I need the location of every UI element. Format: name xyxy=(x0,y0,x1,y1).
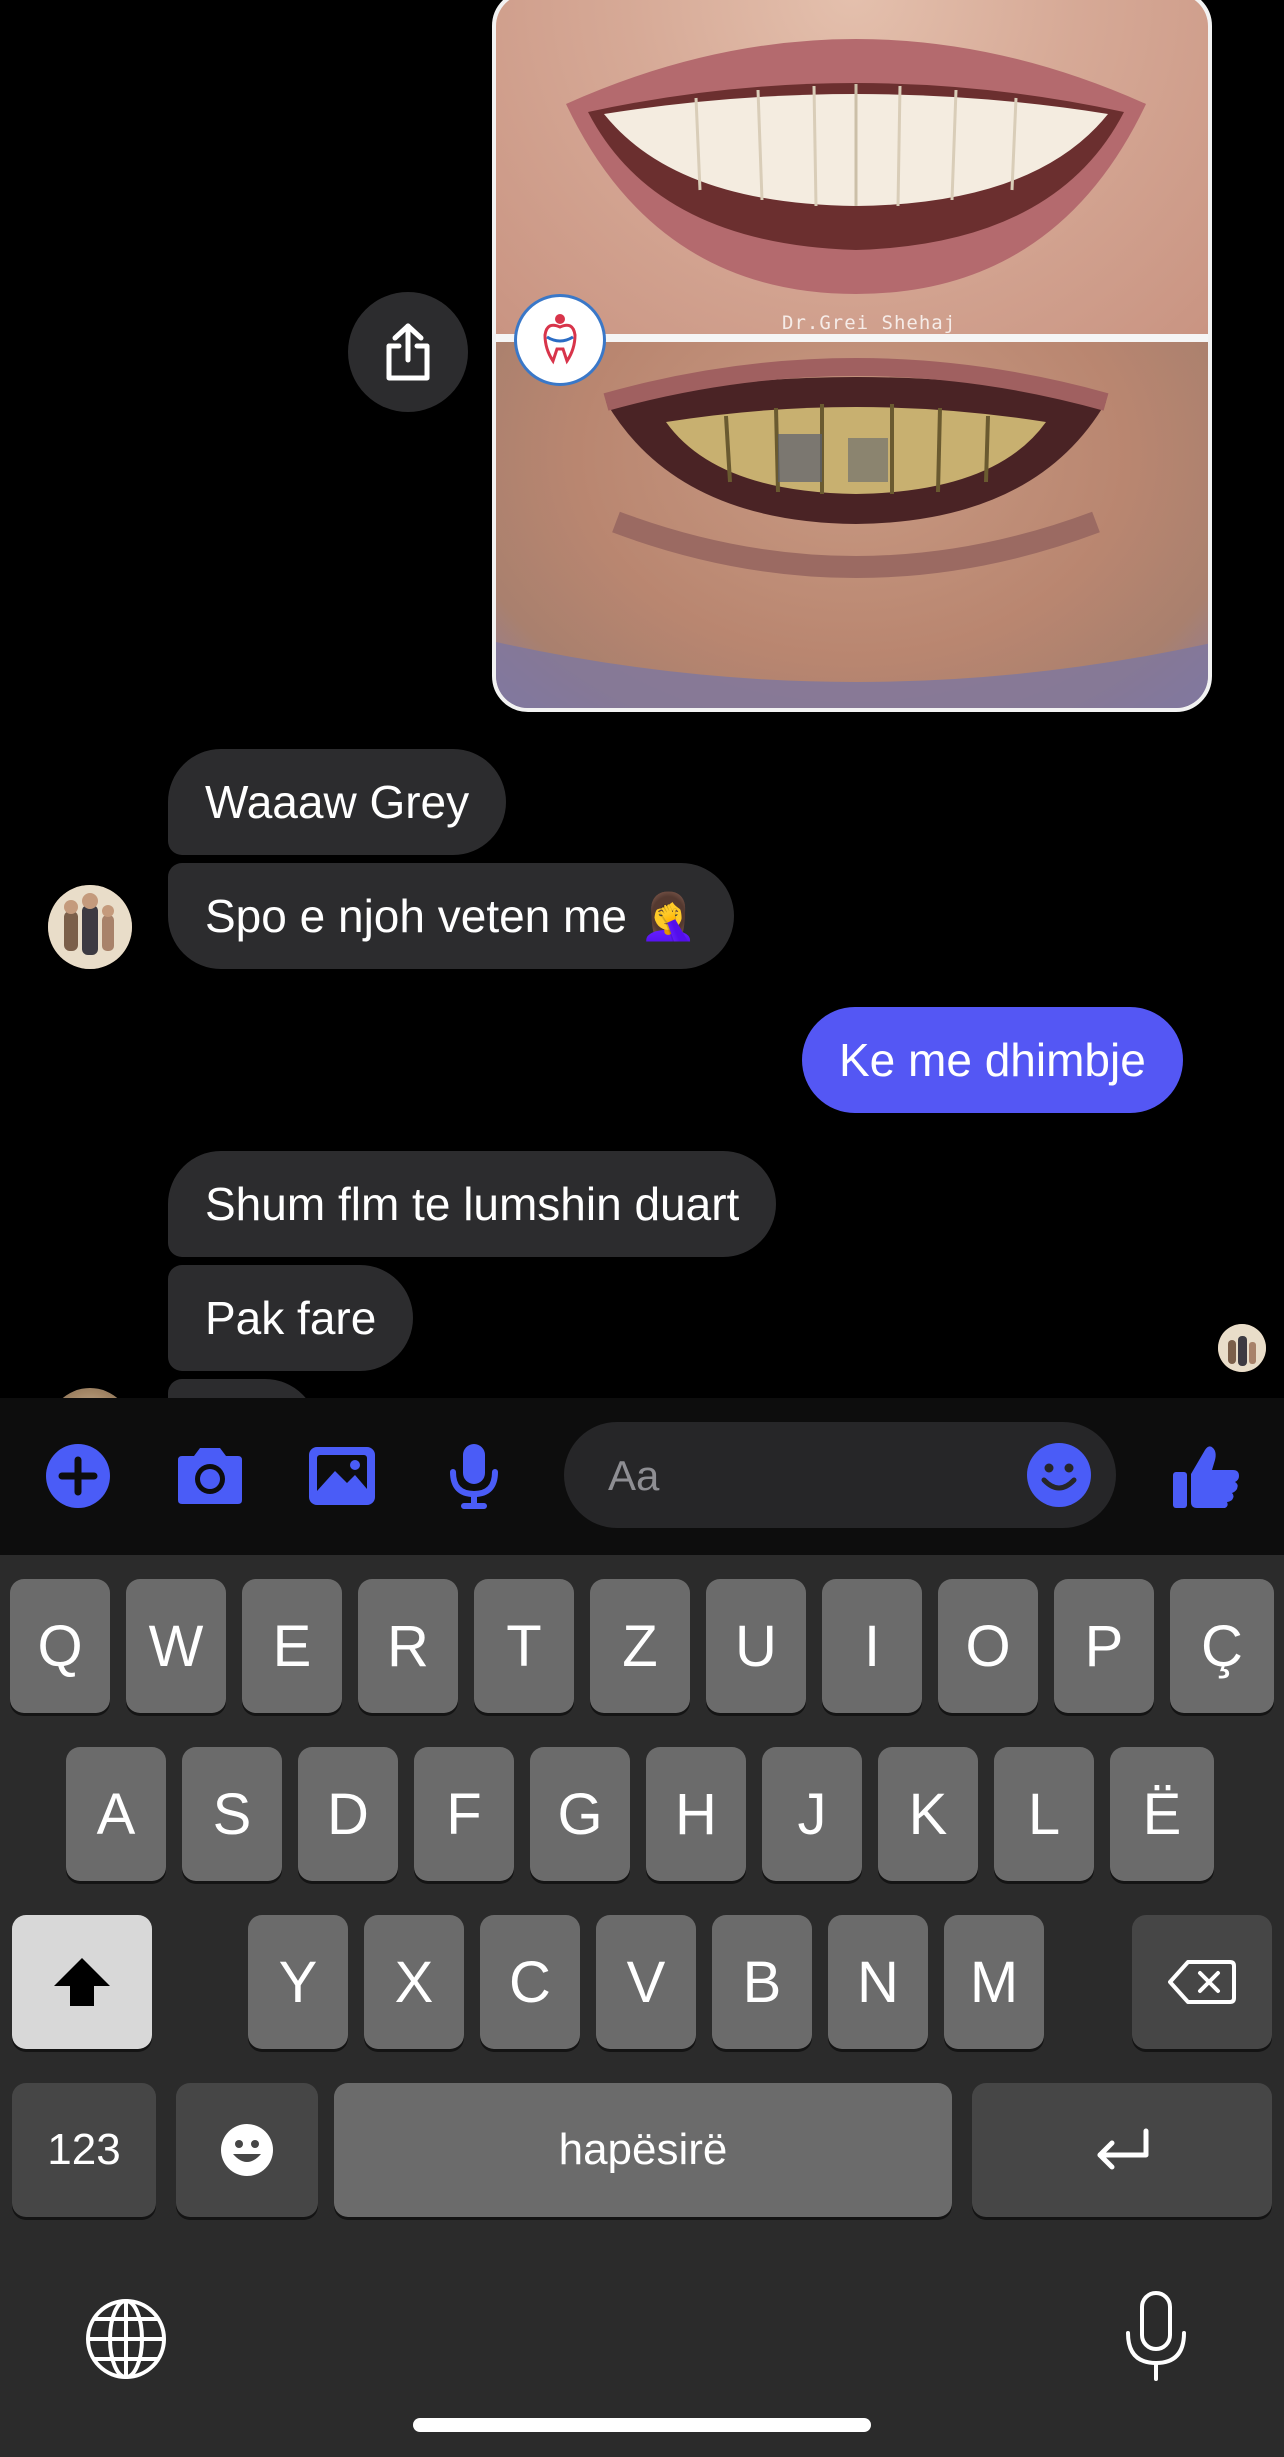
key[interactable]: W xyxy=(126,1579,226,1713)
key[interactable]: U xyxy=(706,1579,806,1713)
return-icon xyxy=(1097,2128,1149,2170)
photo-after: Dr.Grei Shehaj xyxy=(496,0,1208,334)
key[interactable]: A xyxy=(66,1747,166,1881)
emoji-icon[interactable] xyxy=(1026,1442,1092,1508)
key[interactable]: Q xyxy=(10,1579,110,1713)
system-keyboard: Q W E R T Z U I O P Ç A S D F G H J K L … xyxy=(0,1555,1284,2457)
key[interactable]: M xyxy=(944,1915,1044,2049)
numbers-key[interactable]: 123 xyxy=(12,2083,156,2217)
contact-avatar[interactable] xyxy=(48,885,132,969)
message-text: Ke me dhimbje xyxy=(839,1034,1146,1086)
dictation-icon xyxy=(1126,2291,1186,2381)
message-input[interactable] xyxy=(606,1422,1010,1530)
key[interactable]: I xyxy=(822,1579,922,1713)
key[interactable]: F xyxy=(414,1747,514,1881)
emoji-key-icon xyxy=(221,2124,273,2176)
key[interactable]: C xyxy=(480,1915,580,2049)
message-text: Pak fare xyxy=(205,1292,377,1344)
add-button[interactable] xyxy=(38,1436,118,1516)
camera-icon xyxy=(178,1448,242,1504)
key[interactable]: X xyxy=(364,1915,464,2049)
return-key[interactable] xyxy=(972,2083,1272,2217)
key[interactable]: P xyxy=(1054,1579,1154,1713)
message-text: Spo e njoh veten me 🤦‍♀️ xyxy=(205,890,698,942)
message-text: Waaaw Grey xyxy=(205,776,470,828)
key[interactable]: Ë xyxy=(1110,1747,1214,1881)
microphone-icon xyxy=(450,1444,498,1509)
messenger-screen: Dr.Grei Shehaj Waaaw Grey Spo e njoh vet… xyxy=(0,0,1284,2457)
dictation-button[interactable] xyxy=(1122,2289,1190,2385)
key[interactable]: Z xyxy=(590,1579,690,1713)
key[interactable]: K xyxy=(878,1747,978,1881)
globe-button[interactable] xyxy=(84,2297,168,2381)
read-receipt-avatar xyxy=(1218,1324,1266,1372)
photo-watermark: Dr.Grei Shehaj xyxy=(782,312,957,334)
key[interactable]: O xyxy=(938,1579,1038,1713)
camera-button[interactable] xyxy=(170,1436,250,1516)
like-icon xyxy=(1173,1446,1239,1508)
key[interactable]: D xyxy=(298,1747,398,1881)
backspace-icon xyxy=(1168,1960,1236,2004)
shared-photo[interactable]: Dr.Grei Shehaj xyxy=(492,0,1212,712)
key[interactable]: B xyxy=(712,1915,812,2049)
gallery-icon xyxy=(309,1447,375,1505)
contact-avatar-partial[interactable] xyxy=(48,1388,132,1398)
key[interactable]: R xyxy=(358,1579,458,1713)
key[interactable]: Y xyxy=(248,1915,348,2049)
message-bubble-outgoing[interactable]: Ke me dhimbje xyxy=(802,1007,1183,1113)
message-input-field[interactable] xyxy=(564,1422,1116,1530)
chat-thread[interactable]: Dr.Grei Shehaj Waaaw Grey Spo e njoh vet… xyxy=(0,0,1284,1398)
message-bubble-incoming[interactable]: Pak fare xyxy=(168,1265,414,1371)
shift-icon xyxy=(54,1958,110,2006)
message-text: Shum flm te lumshin duart xyxy=(205,1178,740,1230)
key[interactable]: V xyxy=(596,1915,696,2049)
photo-before xyxy=(496,342,1208,708)
emoji-key[interactable] xyxy=(176,2083,318,2217)
message-bubble-incoming[interactable]: Spo e njoh veten me 🤦‍♀️ xyxy=(168,863,735,969)
key[interactable]: L xyxy=(994,1747,1094,1881)
shift-key[interactable] xyxy=(12,1915,152,2049)
key[interactable]: T xyxy=(474,1579,574,1713)
globe-icon xyxy=(86,2299,166,2379)
space-key[interactable]: hapësirë xyxy=(334,2083,952,2217)
key[interactable]: N xyxy=(828,1915,928,2049)
home-indicator[interactable] xyxy=(413,2418,871,2432)
key[interactable]: S xyxy=(182,1747,282,1881)
like-button[interactable] xyxy=(1166,1436,1246,1516)
backspace-key[interactable] xyxy=(1132,1915,1272,2049)
key[interactable]: J xyxy=(762,1747,862,1881)
key[interactable]: H xyxy=(646,1747,746,1881)
share-icon xyxy=(386,323,430,381)
add-icon xyxy=(46,1444,110,1508)
message-bubble-incoming[interactable]: Shum flm te lumshin duart xyxy=(168,1151,777,1257)
key[interactable]: E xyxy=(242,1579,342,1713)
clinic-logo xyxy=(514,294,606,386)
share-button[interactable] xyxy=(348,292,468,412)
message-bubble-incoming-partial[interactable] xyxy=(168,1379,318,1398)
message-bubble-incoming[interactable]: Waaaw Grey xyxy=(168,749,507,855)
voice-message-button[interactable] xyxy=(434,1436,514,1516)
key[interactable]: G xyxy=(530,1747,630,1881)
gallery-button[interactable] xyxy=(302,1436,382,1516)
key[interactable]: Ç xyxy=(1170,1579,1274,1713)
message-composer xyxy=(0,1398,1284,1555)
